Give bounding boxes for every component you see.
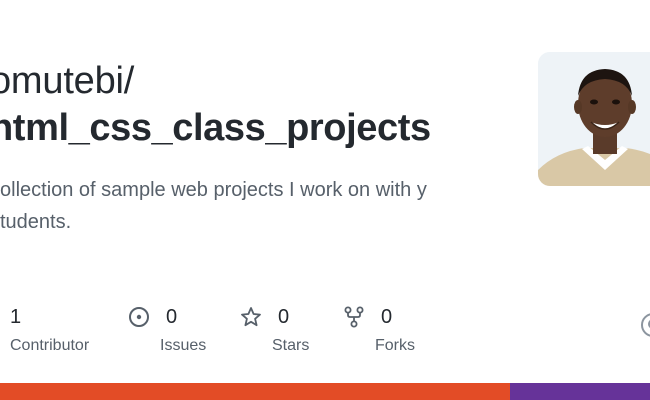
repo-description: collection of sample web projects I work… bbox=[0, 174, 490, 238]
repo-stats: 1 Contributor 0 Issues 0 Stars 0 Forks bbox=[0, 304, 650, 364]
stat-contributors[interactable]: 1 Contributor bbox=[10, 304, 89, 356]
stars-count: 0 bbox=[278, 306, 290, 328]
language-segment-html bbox=[0, 383, 511, 400]
owner-avatar bbox=[538, 52, 650, 186]
language-segment-css bbox=[510, 383, 650, 400]
github-mark-icon[interactable] bbox=[640, 312, 650, 338]
issues-count: 0 bbox=[166, 306, 178, 328]
contributors-count: 1 bbox=[10, 306, 22, 328]
stars-label: Stars bbox=[272, 337, 310, 354]
avatar-image bbox=[538, 52, 650, 186]
repo-forked-icon bbox=[344, 306, 364, 328]
stat-forks[interactable]: 0 Forks bbox=[343, 304, 415, 356]
contributors-label: Contributor bbox=[10, 337, 90, 354]
issues-label: Issues bbox=[160, 337, 207, 354]
repo-social-card: omutebi/ html_css_class_projects collect… bbox=[0, 0, 650, 400]
forks-count: 0 bbox=[381, 306, 393, 328]
stat-issues[interactable]: 0 Issues bbox=[128, 304, 206, 356]
forks-label: Forks bbox=[375, 337, 415, 354]
repo-description-text: collection of sample web projects I work… bbox=[0, 179, 427, 233]
stat-stars[interactable]: 0 Stars bbox=[240, 304, 309, 356]
repo-owner[interactable]: omutebi/ bbox=[0, 58, 134, 104]
star-icon bbox=[241, 307, 261, 327]
language-bar bbox=[0, 383, 650, 400]
repo-name[interactable]: html_css_class_projects bbox=[0, 104, 431, 152]
issue-opened-icon bbox=[129, 307, 149, 327]
